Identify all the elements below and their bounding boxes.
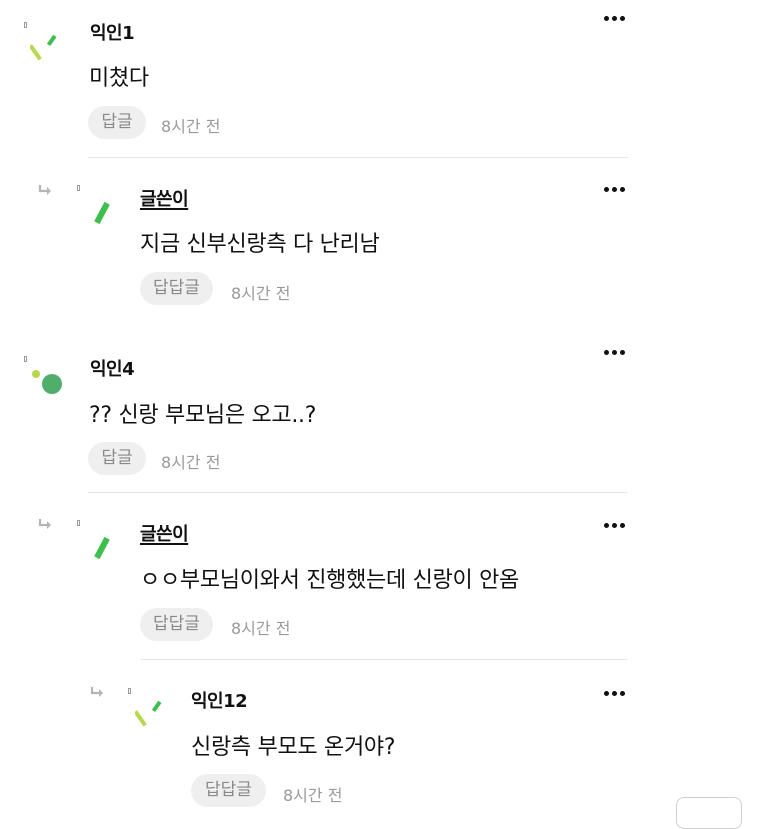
comment-time: 8시간 전 xyxy=(161,117,221,136)
reply-button[interactable]: 답답글 xyxy=(191,774,266,807)
comment-time: 8시간 전 xyxy=(283,786,343,805)
indicator-icon xyxy=(24,22,27,28)
reply-button[interactable]: 답글 xyxy=(88,106,146,139)
comment-text: ?? 신랑 부모님은 오고..? xyxy=(89,403,317,428)
comment-text: 신랑측 부모도 온거야? xyxy=(191,735,396,760)
more-options-icon[interactable] xyxy=(604,13,628,23)
avatar-icon xyxy=(94,201,110,225)
comment-author[interactable]: 글쓴이 xyxy=(140,520,189,546)
comment-text: ㅇㅇ부모님이와서 진행했는데 신랑이 안옴 xyxy=(140,568,520,593)
comment-time: 8시간 전 xyxy=(231,284,291,303)
more-options-icon[interactable] xyxy=(604,688,628,698)
comment-author[interactable]: 익인4 xyxy=(90,355,135,381)
comment-text: 미쳤다 xyxy=(89,66,149,91)
avatar-icon xyxy=(135,700,162,727)
indicator-icon xyxy=(77,520,80,526)
avatar-icon xyxy=(30,34,57,61)
more-options-icon[interactable] xyxy=(604,347,628,357)
more-options-icon[interactable] xyxy=(604,184,628,194)
reply-button[interactable]: 답답글 xyxy=(140,272,213,305)
comment-author[interactable]: 익인12 xyxy=(191,687,248,713)
indicator-icon xyxy=(77,185,80,191)
indicator-icon xyxy=(128,688,131,694)
reply-button[interactable]: 답글 xyxy=(88,442,146,475)
avatar-icon xyxy=(32,370,62,394)
reply-button[interactable]: 답답글 xyxy=(140,608,213,641)
reply-arrow-icon xyxy=(38,185,51,195)
divider xyxy=(88,492,628,493)
indicator-icon xyxy=(24,356,27,362)
comment-text: 지금 신부신랑측 다 난리남 xyxy=(140,232,380,257)
floating-button[interactable] xyxy=(676,797,742,829)
divider xyxy=(140,659,628,660)
reply-arrow-icon xyxy=(90,687,103,697)
more-options-icon[interactable] xyxy=(604,520,628,530)
reply-arrow-icon xyxy=(38,519,51,529)
comment-time: 8시간 전 xyxy=(161,453,221,472)
avatar-icon xyxy=(94,536,110,560)
comment-author[interactable]: 익인1 xyxy=(90,19,135,45)
divider xyxy=(88,157,628,158)
comment-author[interactable]: 글쓴이 xyxy=(140,185,189,211)
comment-time: 8시간 전 xyxy=(231,619,291,638)
